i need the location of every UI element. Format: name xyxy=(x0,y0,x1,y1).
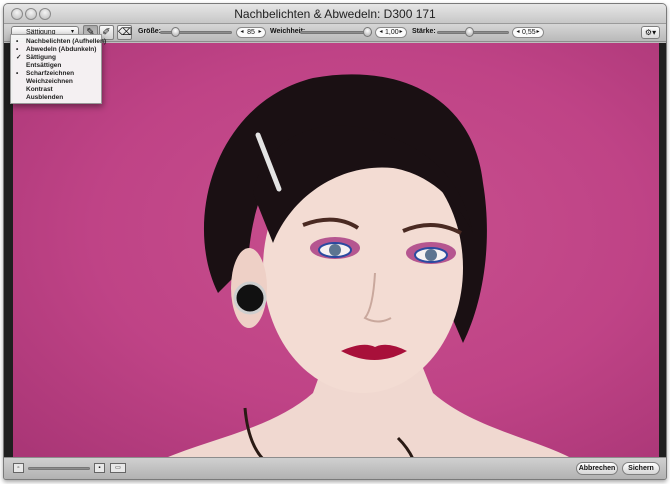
staerke-stepper[interactable]: ◂ 0,55 ▸ xyxy=(512,27,544,38)
menu-item[interactable]: Entsättigen xyxy=(11,62,101,70)
menu-item[interactable]: Ausblenden xyxy=(11,94,101,102)
decrement-icon[interactable]: ◂ xyxy=(377,28,385,37)
gear-icon: ⚙▾ xyxy=(644,28,657,37)
menu-item[interactable]: Kontrast xyxy=(11,86,101,94)
checkmark-icon: ✓ xyxy=(16,54,22,61)
window-title: Nachbelichten & Abwedeln: D300 171 xyxy=(234,7,436,21)
action-menu-button[interactable]: ⚙▾ xyxy=(641,26,660,39)
feather-brush-icon: ✐ xyxy=(102,27,111,38)
menu-item[interactable]: Weichzeichnen xyxy=(11,78,101,86)
cancel-button[interactable]: Abbrechen xyxy=(576,462,618,475)
staerke-label: Stärke: xyxy=(412,28,436,35)
decrement-icon[interactable]: ◂ xyxy=(238,28,246,37)
menu-item-label: Weichzeichnen xyxy=(26,78,73,85)
eraser-icon: ⌫ xyxy=(118,27,133,38)
menu-item-label: Kontrast xyxy=(26,86,53,93)
increment-icon[interactable]: ▸ xyxy=(256,28,264,37)
menu-item-label: Abwedeln (Abdunkeln) xyxy=(26,46,97,53)
menu-item[interactable]: • Nachbelichten (Aufhellen) xyxy=(11,38,106,46)
groesse-slider-knob[interactable] xyxy=(171,27,180,37)
dodge-burn-window: Nachbelichten & Abwedeln: D300 171 Sätti… xyxy=(3,3,667,480)
bullet-icon: • xyxy=(16,38,19,45)
menu-item[interactable]: • Scharfzeichnen xyxy=(11,70,101,78)
save-button[interactable]: Sichern xyxy=(622,462,660,475)
menu-item-label: Scharfzeichnen xyxy=(26,70,75,77)
portrait-photo[interactable] xyxy=(13,43,659,459)
menu-item-label: Nachbelichten (Aufhellen) xyxy=(26,38,107,45)
earring xyxy=(233,281,267,315)
zoom-in-icon[interactable]: ▪ xyxy=(94,463,105,473)
zoom-slider[interactable] xyxy=(28,467,90,470)
zoom-out-icon[interactable]: ▫ xyxy=(13,463,24,473)
menu-item[interactable]: ✓ Sättigung xyxy=(11,54,101,62)
weichheit-stepper[interactable]: ◂ 1,00 ▸ xyxy=(375,27,407,38)
increment-icon[interactable]: ▸ xyxy=(397,28,405,37)
image-canvas[interactable] xyxy=(4,43,666,459)
groesse-stepper[interactable]: ◂ 85 ▸ xyxy=(236,27,266,38)
eraser-tool-button[interactable]: ⌫ xyxy=(117,25,132,40)
weichheit-value: 1,00 xyxy=(385,29,399,36)
groesse-value: 85 xyxy=(247,29,255,36)
menu-item-label: Entsättigen xyxy=(26,62,62,69)
bullet-icon: • xyxy=(16,70,19,77)
weichheit-slider[interactable] xyxy=(300,31,372,34)
decrement-icon[interactable]: ◂ xyxy=(514,28,522,37)
weichheit-slider-knob[interactable] xyxy=(363,27,372,37)
title-bar: Nachbelichten & Abwedeln: D300 171 xyxy=(4,4,666,24)
left-iris xyxy=(329,244,341,256)
right-iris xyxy=(425,249,437,261)
staerke-slider-knob[interactable] xyxy=(465,27,474,37)
increment-icon[interactable]: ▸ xyxy=(534,28,542,37)
groesse-label: Größe: xyxy=(138,28,161,35)
staerke-value: 0,55 xyxy=(522,29,536,36)
portrait-illustration xyxy=(163,74,573,459)
menu-item-label: Ausblenden xyxy=(26,94,64,101)
bullet-icon: • xyxy=(16,46,19,53)
menu-item-label: Sättigung xyxy=(26,54,56,61)
fit-view-icon[interactable]: ▭ xyxy=(110,463,126,473)
menu-item[interactable]: • Abwedeln (Abdunkeln) xyxy=(11,46,101,54)
mode-dropdown-menu: • Nachbelichten (Aufhellen) • Abwedeln (Abd… xyxy=(10,34,106,104)
status-bar: ▫ ▪ ▭ Abbrechen Sichern xyxy=(4,457,666,479)
